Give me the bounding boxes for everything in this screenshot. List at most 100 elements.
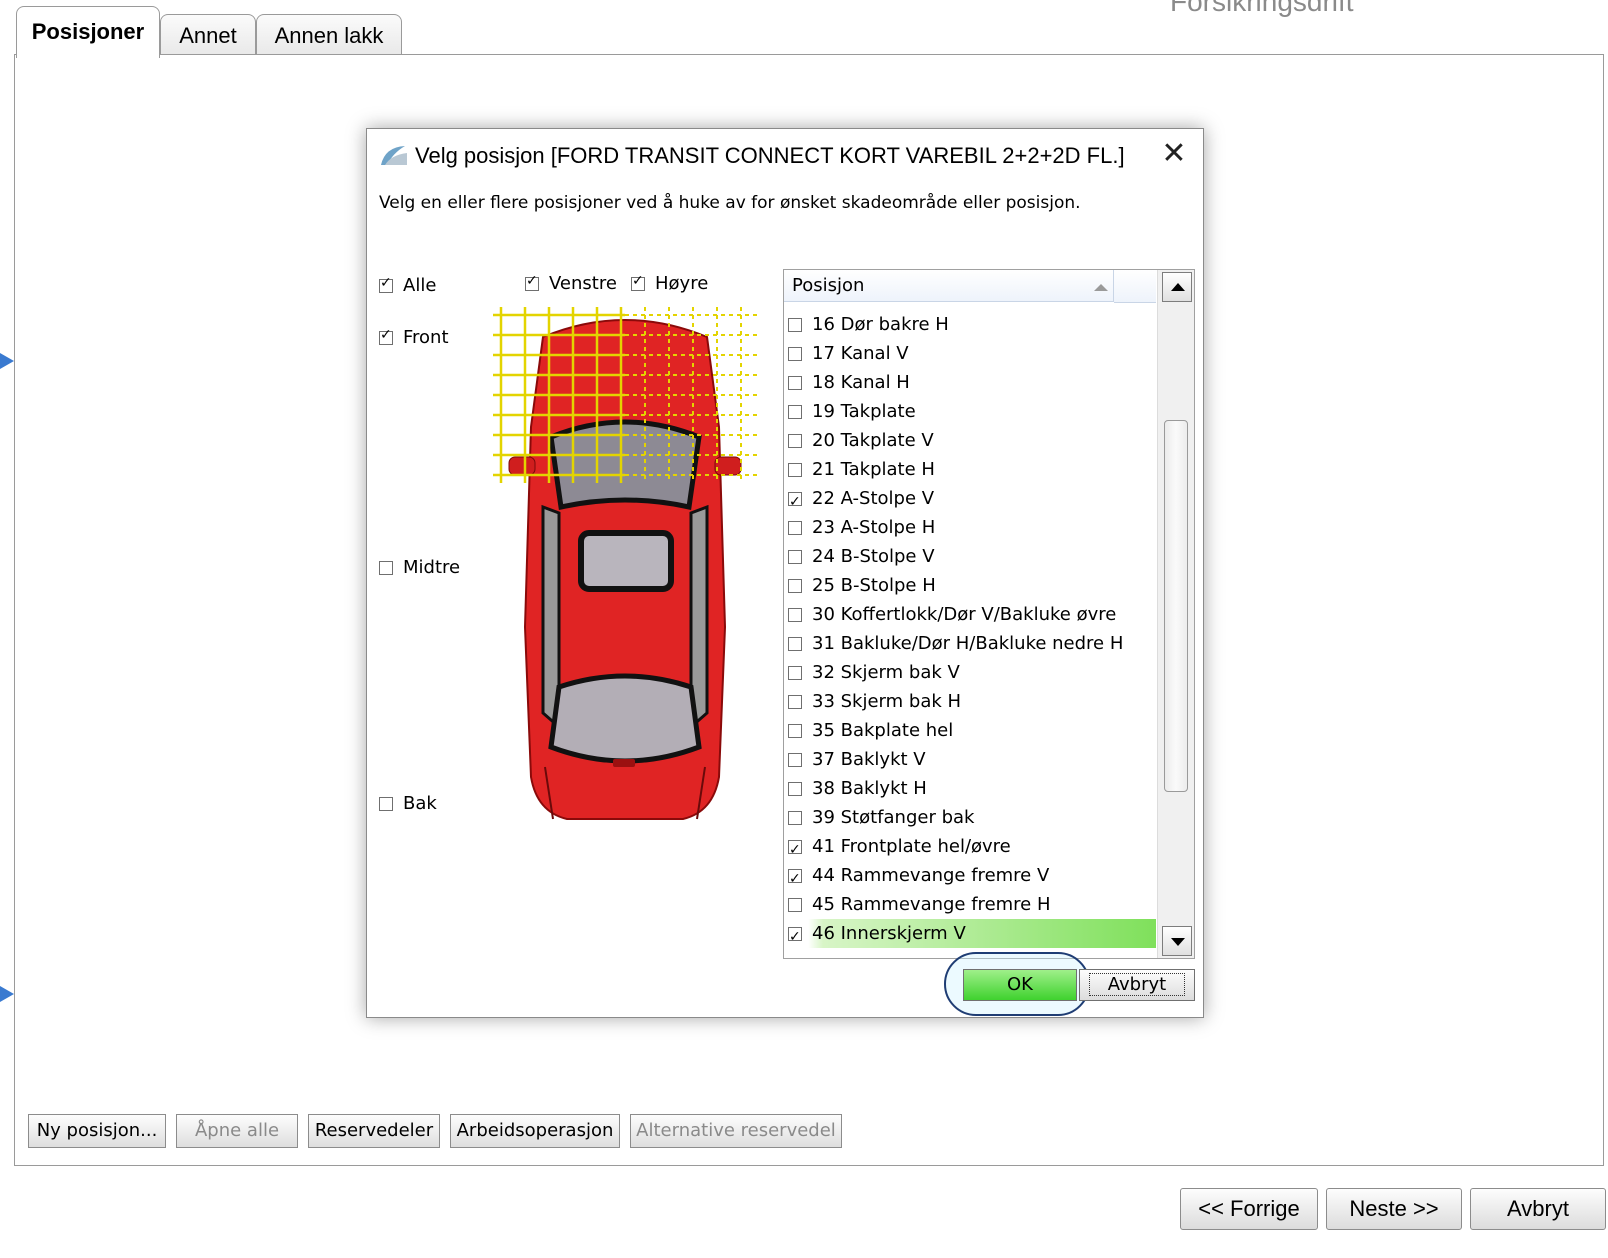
arrow-up-icon [1171,283,1185,291]
pointer-arrow-icon [0,986,14,1002]
list-item[interactable]: 31 Bakluke/Dør H/Bakluke nedre H [786,629,1156,658]
position-checkbox[interactable] [788,836,802,865]
position-checkbox[interactable] [788,434,802,448]
column-header-blank [1114,270,1156,303]
list-item[interactable]: 38 Baklykt H [786,774,1156,803]
list-item[interactable]: 23 A-Stolpe H [786,513,1156,542]
list-item[interactable]: 16 Dør bakre H [786,310,1156,339]
list-item[interactable]: 37 Baklykt V [786,745,1156,774]
position-listbox[interactable]: Posisjon 16 Dør bakre H 17 Kanal V 18 Kana… [783,269,1195,959]
list-item[interactable]: 18 Kanal H [786,368,1156,397]
position-checkbox[interactable] [788,923,802,952]
list-item[interactable]: 41 Frontplate hel/øvre [786,832,1156,865]
cancel-button[interactable]: Avbryt [1079,969,1195,1001]
list-item[interactable]: 45 Rammevange fremre H [786,890,1156,919]
position-label: 38 Baklykt H [812,778,927,799]
position-checkbox[interactable] [788,579,802,593]
position-checkbox[interactable] [788,521,802,535]
pointer-arrow-icon [0,353,14,369]
app-icon [381,146,407,165]
filter-bak[interactable]: Bak [379,793,437,814]
brand-logo-text: Forsikringsdrift [1170,0,1354,17]
filter-venstre[interactable]: Venstre [525,273,617,294]
select-position-dialog: Velg posisjon [FORD TRANSIT CONNECT KORT… [366,128,1204,1018]
filter-alle[interactable]: Alle [379,275,436,296]
scroll-thumb[interactable] [1164,420,1188,792]
car-diagram[interactable] [493,307,757,837]
list-item[interactable]: 33 Skjerm bak H [786,687,1156,716]
tab-annet[interactable]: Annet [160,14,256,56]
position-checkbox[interactable] [788,637,802,651]
venstre-checkbox[interactable] [525,273,539,291]
position-checkbox[interactable] [788,811,802,825]
position-checkbox[interactable] [788,782,802,796]
position-checkbox[interactable] [788,318,802,332]
filter-midtre[interactable]: Midtre [379,557,460,578]
position-checkbox[interactable] [788,550,802,564]
ok-button[interactable]: OK [963,969,1077,1001]
sort-ascending-icon [1094,284,1108,291]
list-item[interactable]: 25 B-Stolpe H [786,571,1156,600]
position-label: 19 Takplate [812,401,916,422]
position-checkbox[interactable] [788,753,802,767]
position-label: 44 Rammevange fremre V [812,865,1050,886]
position-label: 33 Skjerm bak H [812,691,962,712]
column-header-posisjon[interactable]: Posisjon [784,270,1114,302]
position-checkbox[interactable] [788,347,802,361]
scroll-up-button[interactable] [1162,272,1192,302]
open-all-button[interactable]: Åpne alle [176,1114,298,1148]
list-item[interactable]: 30 Koffertlokk/Dør V/Bakluke øvre [786,600,1156,629]
dialog-title: Velg posisjon [FORD TRANSIT CONNECT KORT… [415,143,1125,168]
position-list: 16 Dør bakre H 17 Kanal V 18 Kanal H 19 Tak… [786,310,1156,952]
list-item[interactable]: 44 Rammevange fremre V [786,861,1156,894]
work-operation-button[interactable]: Arbeidsoperasjon [450,1114,620,1148]
arrow-down-icon [1171,938,1185,946]
tab-posisjoner[interactable]: Posisjoner [16,6,160,58]
midtre-checkbox[interactable] [379,561,393,575]
close-icon[interactable]: ✕ [1159,139,1189,169]
position-label: 21 Takplate H [812,459,935,480]
alle-checkbox[interactable] [379,275,393,293]
hoyre-checkbox[interactable] [631,273,645,291]
position-checkbox[interactable] [788,898,802,912]
list-item[interactable]: 17 Kanal V [786,339,1156,368]
position-label: 31 Bakluke/Dør H/Bakluke nedre H [812,633,1124,654]
list-item[interactable]: 32 Skjerm bak V [786,658,1156,687]
list-item[interactable]: 46 Innerskjerm V [786,919,1156,952]
scroll-down-button[interactable] [1162,926,1192,956]
position-checkbox[interactable] [788,376,802,390]
spare-parts-button[interactable]: Reservedeler [308,1114,440,1148]
bak-checkbox[interactable] [379,797,393,811]
position-label: 35 Bakplate hel [812,720,954,741]
list-item[interactable]: 22 A-Stolpe V [786,484,1156,517]
filter-hoyre[interactable]: Høyre [631,273,708,294]
list-scrollbar[interactable] [1157,270,1194,958]
cancel-wizard-button[interactable]: Avbryt [1470,1188,1606,1230]
list-item[interactable]: 24 B-Stolpe V [786,542,1156,571]
position-label: 45 Rammevange fremre H [812,894,1051,915]
list-item[interactable]: 19 Takplate [786,397,1156,426]
position-label: 32 Skjerm bak V [812,662,960,683]
position-checkbox[interactable] [788,488,802,517]
position-checkbox[interactable] [788,463,802,477]
next-button[interactable]: Neste >> [1326,1188,1462,1230]
position-label: 37 Baklykt V [812,749,926,770]
previous-button[interactable]: << Forrige [1180,1188,1318,1230]
filter-front[interactable]: Front [379,327,449,348]
position-checkbox[interactable] [788,666,802,680]
list-item[interactable]: 20 Takplate V [786,426,1156,455]
list-item[interactable]: 39 Støtfanger bak [786,803,1156,832]
tab-annen-lakk[interactable]: Annen lakk [256,14,402,56]
position-checkbox[interactable] [788,724,802,738]
position-label: 41 Frontplate hel/øvre [812,836,1011,857]
position-checkbox[interactable] [788,608,802,622]
list-item[interactable]: 21 Takplate H [786,455,1156,484]
position-checkbox[interactable] [788,405,802,419]
position-checkbox[interactable] [788,865,802,894]
alternative-part-button[interactable]: Alternative reservedel [630,1114,842,1148]
new-position-button[interactable]: Ny posisjon... [28,1114,166,1148]
position-checkbox[interactable] [788,695,802,709]
front-checkbox[interactable] [379,327,393,345]
list-item[interactable]: 35 Bakplate hel [786,716,1156,745]
position-label: 18 Kanal H [812,372,910,393]
